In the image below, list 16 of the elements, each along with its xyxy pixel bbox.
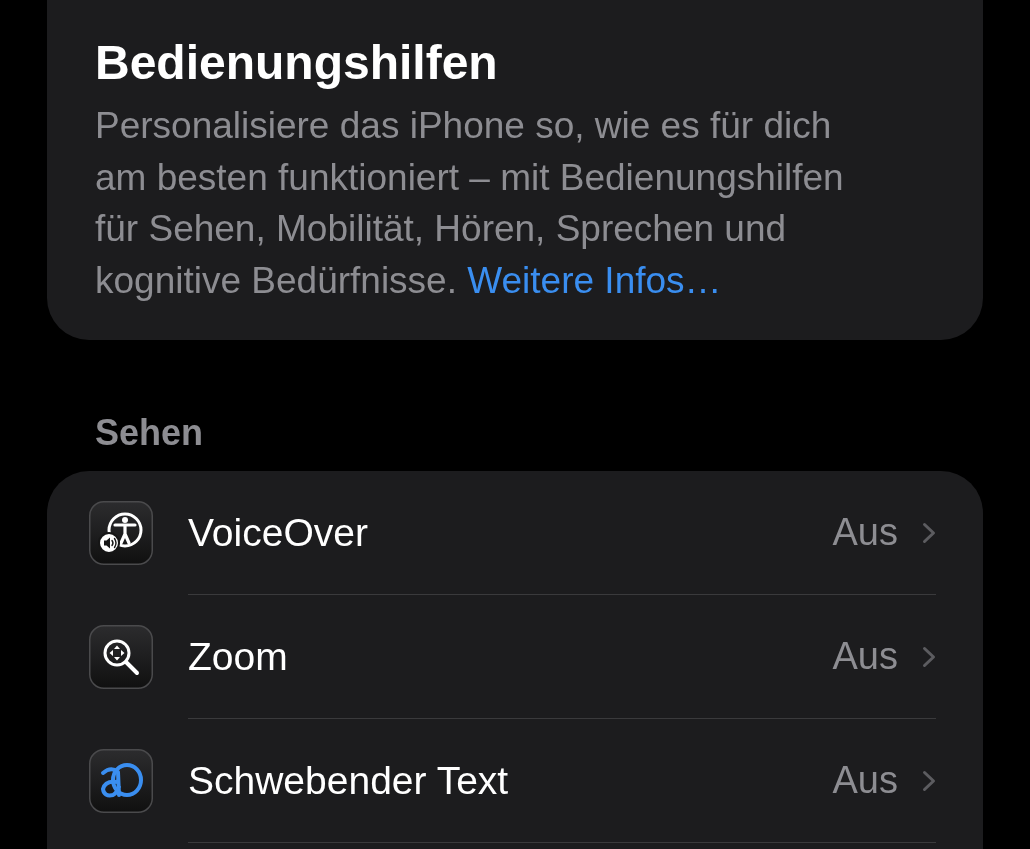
section-header: Sehen — [95, 413, 204, 453]
list-item-label[interactable]: Zoom — [188, 634, 288, 679]
list-item-label[interactable]: Schwebender Text — [188, 758, 509, 803]
chevron-icon — [922, 521, 936, 544]
chevron-icon — [922, 645, 936, 668]
more-info-link[interactable]: Weitere Infos… — [467, 259, 722, 301]
value-text: Aus — [832, 635, 898, 678]
floating-text-icon — [89, 749, 153, 813]
value-text: Aus — [832, 759, 898, 802]
intro-title: Bedienungshilfen — [95, 36, 499, 90]
zoom-magnifier-icon — [89, 625, 153, 689]
list-item-label[interactable]: VoiceOver — [188, 510, 368, 555]
description-text: Personalisiere das iPhone so, wie es für dich am besten funktioniert – mit Bedienungshilfen für Sehen, Mobilität, Hören, Sprechen und kognitive Bedürfnisse. Weitere Infos… — [95, 104, 845, 303]
voiceover-icon — [89, 501, 153, 565]
value-text: Aus — [832, 511, 898, 554]
chevron-icon — [922, 769, 936, 792]
